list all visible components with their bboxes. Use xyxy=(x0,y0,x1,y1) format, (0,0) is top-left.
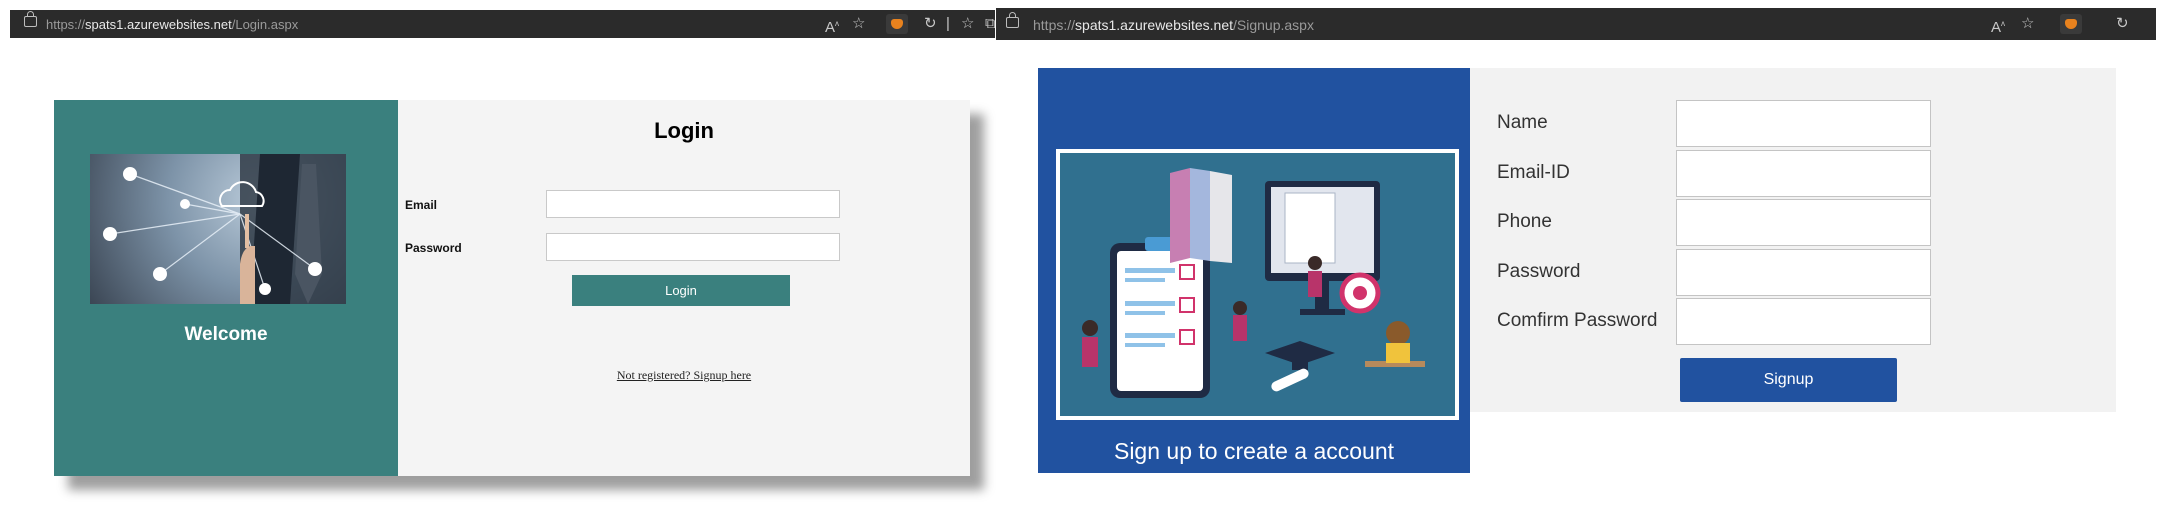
read-aloud-icon[interactable]: Aʌ xyxy=(825,15,839,37)
signup-link[interactable]: Not registered? Signup here xyxy=(398,368,970,383)
email-input[interactable] xyxy=(546,190,840,218)
email-id-input[interactable] xyxy=(1676,150,1931,197)
collections-icon[interactable]: ⧉ xyxy=(985,15,996,33)
lock-icon xyxy=(1006,12,1019,28)
favorite-star-icon[interactable]: ☆ xyxy=(852,15,865,33)
email-id-label: Email-ID xyxy=(1497,162,1570,183)
url-path: /Signup.aspx xyxy=(1233,17,1314,33)
read-aloud-icon[interactable]: Aʌ xyxy=(1991,15,2005,37)
login-button[interactable]: Login xyxy=(572,275,790,306)
signup-illustration xyxy=(1056,149,1459,420)
url-protocol: https:// xyxy=(46,17,86,32)
lock-icon xyxy=(24,11,37,27)
login-address-bar[interactable]: https://spats1.azurewebsites.net/Login.a… xyxy=(46,17,298,32)
login-title: Login xyxy=(654,118,714,143)
confirm-password-input[interactable] xyxy=(1676,298,1931,345)
password-label: Password xyxy=(405,241,462,255)
metamask-extension-icon[interactable] xyxy=(2060,14,2082,34)
phone-label: Phone xyxy=(1497,211,1552,232)
refresh-icon[interactable]: ↻ xyxy=(2116,15,2129,33)
name-input[interactable] xyxy=(1676,100,1931,147)
url-host: spats1.azurewebsites.net xyxy=(1075,17,1234,33)
signup-browser-bar: https://spats1.azurewebsites.net/Signup.… xyxy=(996,8,2156,40)
favorites-icon[interactable]: ☆ xyxy=(961,15,974,33)
welcome-heading: Welcome xyxy=(184,324,268,345)
signup-password-input[interactable] xyxy=(1676,249,1931,296)
signup-address-bar[interactable]: https://spats1.azurewebsites.net/Signup.… xyxy=(1033,17,1314,33)
email-label: Email xyxy=(405,198,438,212)
confirm-password-label: Comfirm Password xyxy=(1497,310,1658,331)
divider-icon: | xyxy=(946,15,950,32)
url-path: /Login.aspx xyxy=(231,17,299,32)
phone-input[interactable] xyxy=(1676,199,1931,246)
url-protocol: https:// xyxy=(1033,17,1076,33)
name-label: Name xyxy=(1497,112,1548,133)
signup-button[interactable]: Signup xyxy=(1680,358,1897,402)
login-browser-bar: https://spats1.azurewebsites.net/Login.a… xyxy=(10,10,996,38)
cloud-network-image xyxy=(90,154,346,304)
signup-password-label: Password xyxy=(1497,261,1581,282)
url-host: spats1.azurewebsites.net xyxy=(85,17,232,32)
password-input[interactable] xyxy=(546,233,840,261)
signup-caption: Sign up to create a account xyxy=(1113,438,1395,464)
metamask-extension-icon[interactable] xyxy=(886,14,908,34)
refresh-icon[interactable]: ↻ xyxy=(924,15,937,33)
favorite-star-icon[interactable]: ☆ xyxy=(2021,15,2034,33)
